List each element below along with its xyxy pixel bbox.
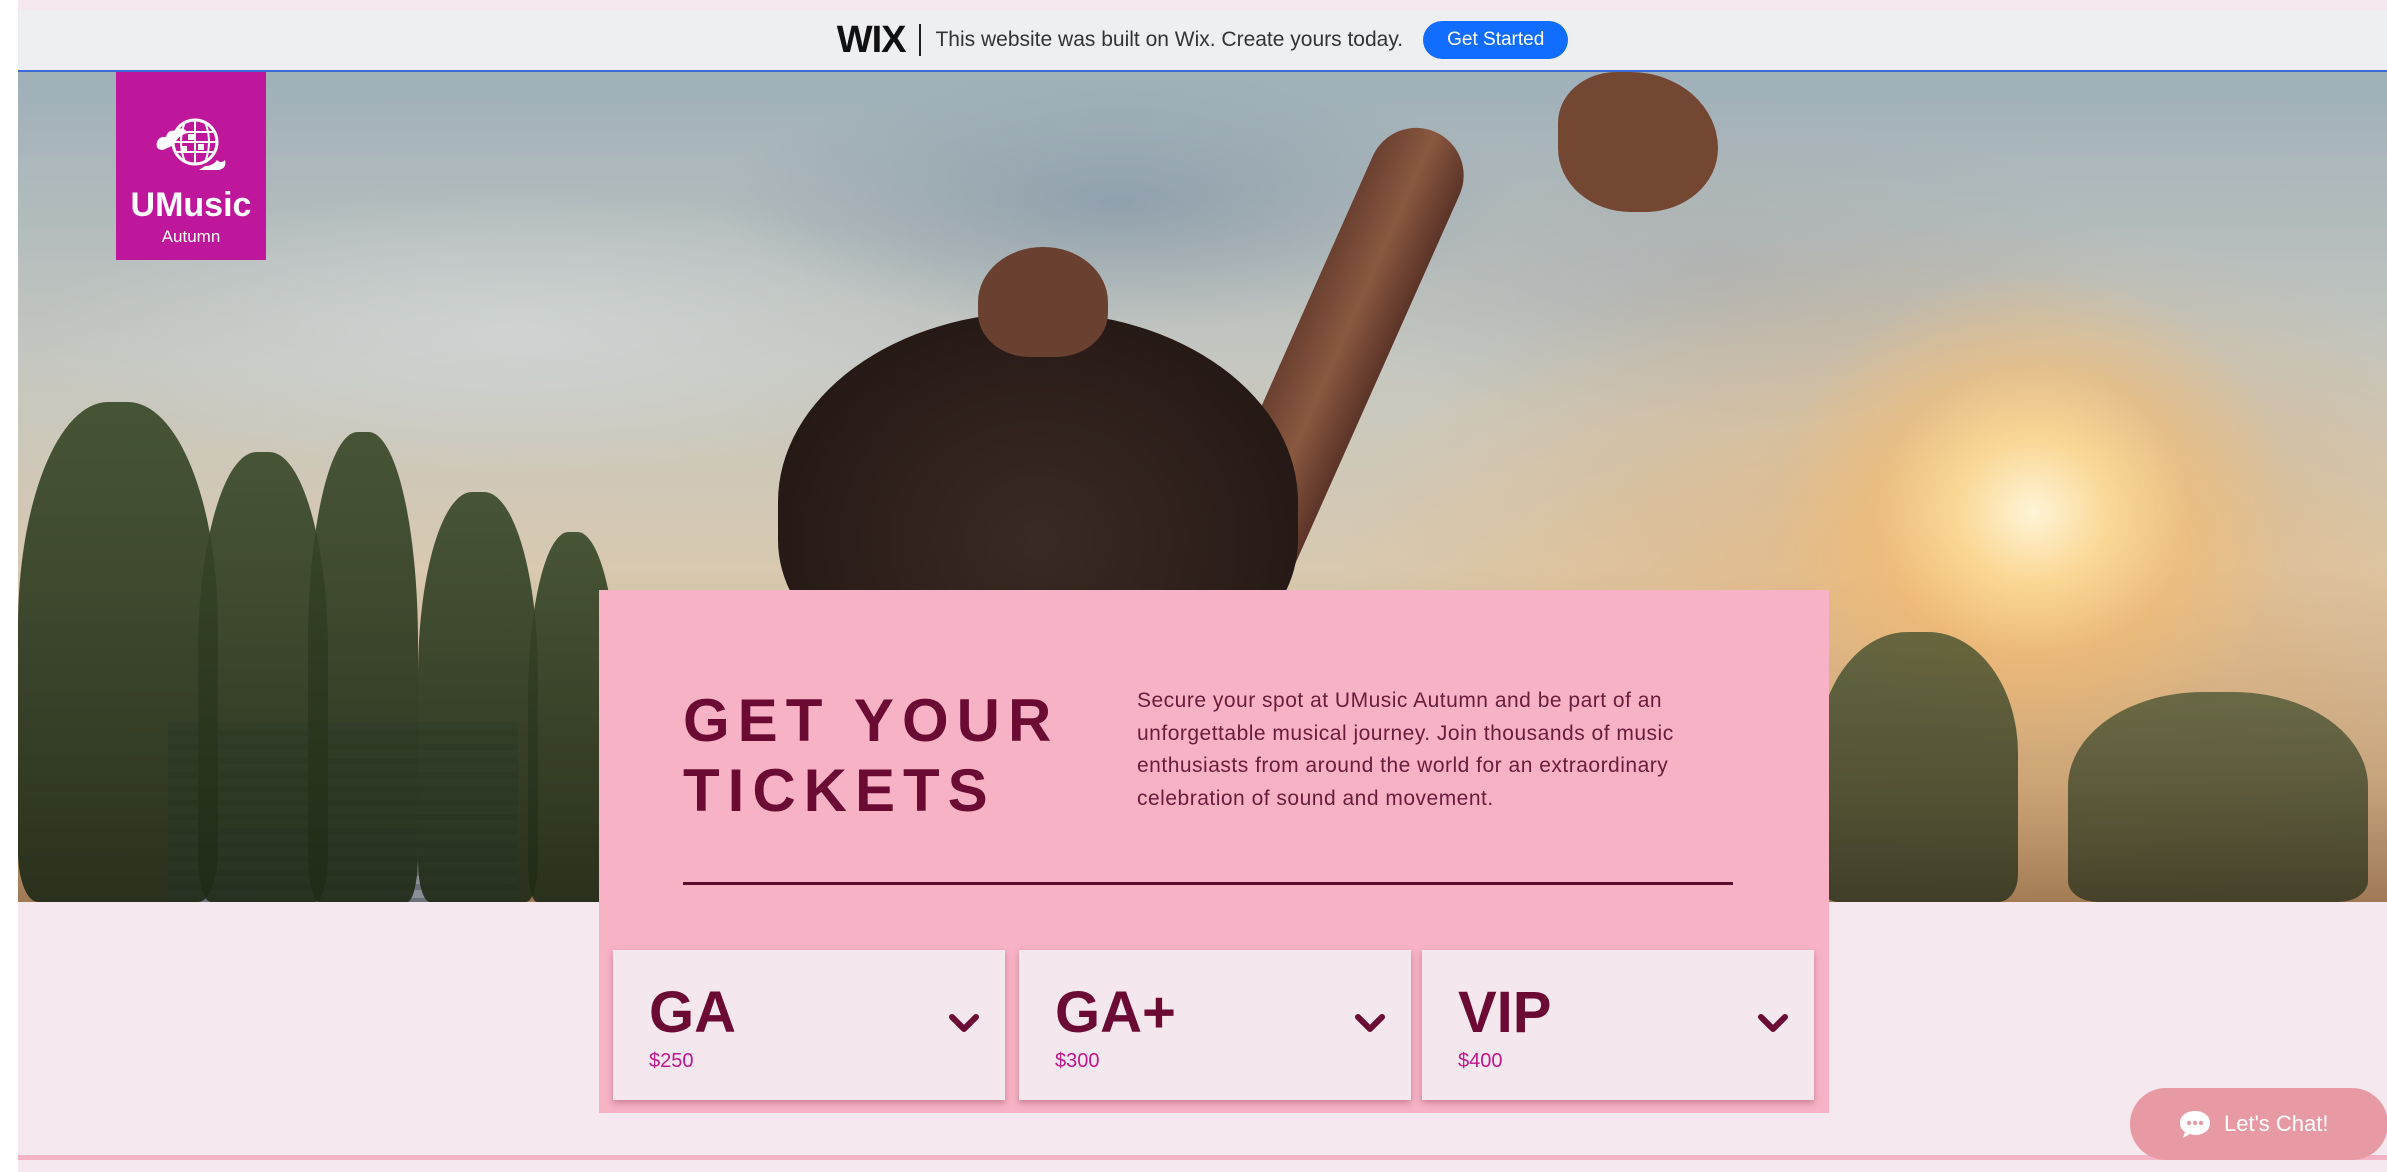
tickets-section: GET YOUR TICKETS Secure your spot at UMu… <box>599 590 1829 1113</box>
tier-price: $250 <box>649 1050 694 1072</box>
banner-divider <box>919 24 922 56</box>
chevron-down-icon[interactable] <box>1756 1008 1790 1038</box>
wix-logo[interactable]: WIX <box>837 19 907 62</box>
chat-button[interactable]: Let's Chat! <box>2130 1088 2387 1160</box>
banner-message: This website was built on Wix. Create yo… <box>935 28 1404 51</box>
hero-hand <box>1558 72 1718 212</box>
tickets-heading: GET YOUR TICKETS <box>683 686 1103 826</box>
tier-price: $300 <box>1055 1050 1100 1072</box>
ticket-tier-ga[interactable]: GA $250 <box>613 950 1005 1100</box>
logo-name: UMusic <box>130 186 252 224</box>
tier-name: VIP <box>1458 980 1552 1045</box>
tickets-description: Secure your spot at UMusic Autumn and be… <box>1137 689 1674 810</box>
hero-tree <box>418 492 538 902</box>
hero-raised-hand <box>978 247 1108 357</box>
get-started-button[interactable]: Get Started <box>1423 21 1569 59</box>
page: WIX This website was built on Wix. Creat… <box>18 0 2387 1172</box>
ticket-tier-ga-plus[interactable]: GA+ $300 <box>1019 950 1411 1100</box>
tier-name: GA+ <box>1055 980 1176 1045</box>
chevron-down-icon[interactable] <box>1353 1008 1387 1038</box>
hero-tree <box>308 432 418 902</box>
tickets-heading-line1: GET YOUR <box>683 687 1060 754</box>
hero-tree <box>2068 692 2368 902</box>
tier-name: GA <box>649 980 736 1045</box>
chevron-down-icon[interactable] <box>947 1008 981 1038</box>
section-divider <box>18 1155 2387 1160</box>
logo-subtitle: Autumn <box>161 227 221 246</box>
site-logo[interactable]: UMusic Autumn <box>116 72 266 260</box>
ticket-tier-vip[interactable]: VIP $400 <box>1422 950 1814 1100</box>
disco-globe-icon <box>156 118 226 170</box>
chat-bubble-icon <box>2180 1111 2210 1138</box>
chat-label: Let's Chat! <box>2224 1111 2329 1136</box>
tickets-divider <box>683 882 1733 885</box>
hero-tree <box>18 402 218 902</box>
tickets-heading-line2: TICKETS <box>683 757 996 824</box>
wix-promo-banner: WIX This website was built on Wix. Creat… <box>18 10 2387 72</box>
hero-tree <box>1818 632 2018 902</box>
tier-price: $400 <box>1458 1050 1503 1072</box>
